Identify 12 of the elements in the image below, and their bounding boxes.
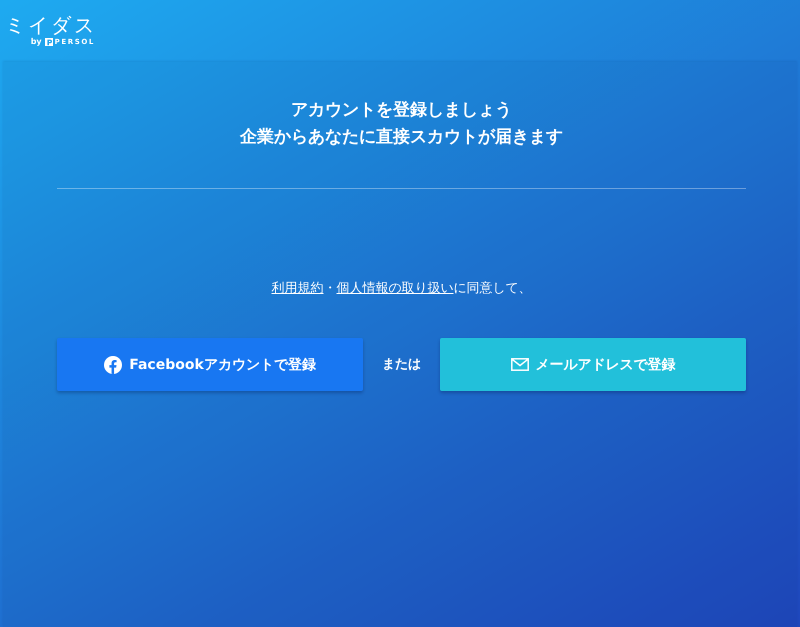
- or-separator-text: または: [382, 356, 421, 374]
- logo-wordmark: ミイダス: [5, 14, 97, 36]
- facebook-signup-button[interactable]: Facebookアカウントで登録: [57, 338, 363, 391]
- policy-link[interactable]: 利用規約: [272, 281, 324, 296]
- heading-text: 企業からあなたに直接スカウトが届きます: [240, 126, 563, 149]
- policy-link[interactable]: 個人情報の取り扱い: [336, 281, 454, 296]
- facebook-icon: [104, 356, 122, 374]
- brand-mark-icon: [44, 38, 53, 46]
- byline-text: by: [30, 37, 42, 47]
- consent-text: 利用規約・個人情報の取り扱いに同意して、: [272, 280, 532, 298]
- heading-text: アカウントを登録しましょう: [291, 99, 512, 122]
- envelope-icon: [510, 358, 528, 371]
